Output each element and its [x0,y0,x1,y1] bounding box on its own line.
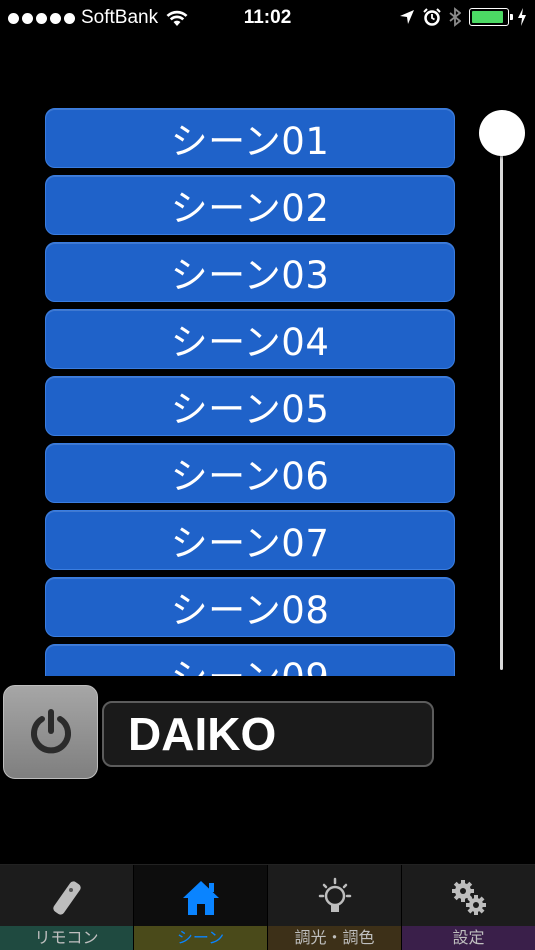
scene-button[interactable]: シーン08 [45,577,455,637]
alarm-icon [423,8,441,26]
scene-button[interactable]: シーン02 [45,175,455,235]
tab-remote[interactable]: リモコン [0,865,134,950]
home-icon [176,877,226,919]
tab-bar: リモコン シーン 調光・調色 設定 [0,864,535,950]
device-name: DAIKO [128,708,277,760]
location-icon [400,10,414,24]
scene-button[interactable]: シーン04 [45,309,455,369]
scene-button[interactable]: シーン01 [45,108,455,168]
charging-icon [518,8,526,26]
tab-scene[interactable]: シーン [134,865,268,950]
device-name-field[interactable]: DAIKO [102,701,434,767]
tab-remote-label: リモコン [0,926,133,950]
power-button[interactable] [3,685,98,779]
lightbulb-icon [310,877,360,919]
tab-dimming[interactable]: 調光・調色 [268,865,402,950]
gears-icon [444,877,494,919]
tab-settings[interactable]: 設定 [402,865,535,950]
tab-scene-label: シーン [134,926,267,950]
scene-scroll-slider-thumb[interactable] [479,110,525,156]
scene-button[interactable]: シーン06 [45,443,455,503]
bluetooth-icon [449,7,461,27]
scene-button[interactable]: シーン05 [45,376,455,436]
tab-dimming-label: 調光・調色 [268,926,401,950]
status-bar: SoftBank 11:02 [0,0,535,36]
battery-icon [469,8,513,26]
scene-button[interactable]: シーン07 [45,510,455,570]
power-icon [30,709,71,754]
scene-scroll-slider-track[interactable] [500,150,503,670]
scene-button[interactable]: シーン03 [45,242,455,302]
battery-level [472,11,503,23]
status-right [399,7,527,27]
tab-settings-label: 設定 [402,926,535,950]
scene-button[interactable]: シーン09 [45,644,455,676]
remote-icon [42,877,92,919]
scene-list[interactable]: シーン01 シーン02 シーン03 シーン04 シーン05 シーン06 シーン07 シーン08… [44,108,456,676]
